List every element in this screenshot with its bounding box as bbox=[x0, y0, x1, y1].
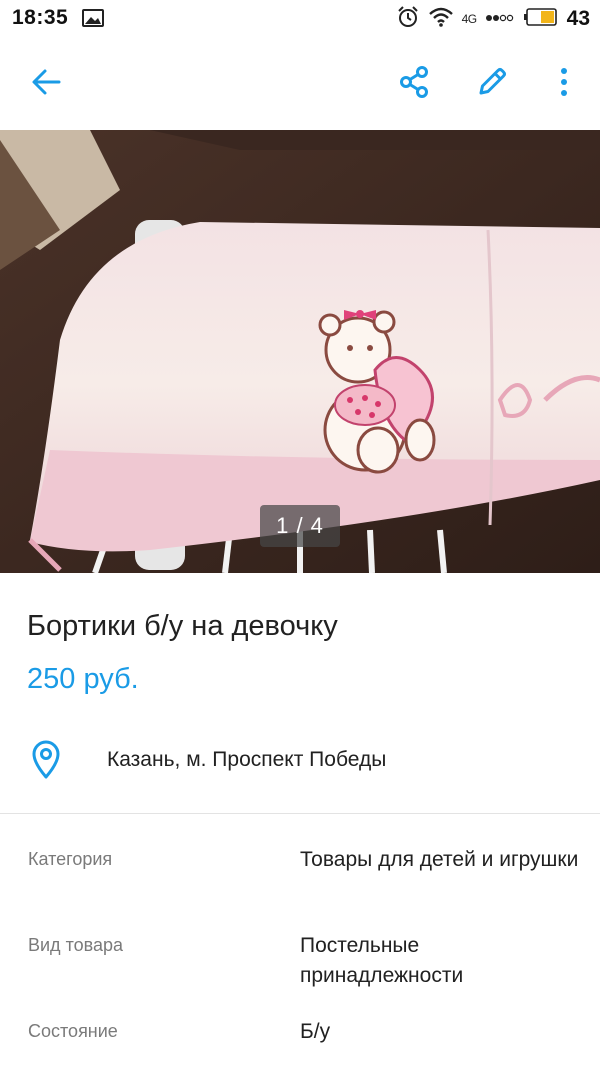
param-value: Постельные принадлежности bbox=[300, 934, 464, 987]
param-label: Состояние bbox=[28, 1021, 118, 1041]
signal-dots-icon bbox=[485, 10, 515, 28]
share-icon bbox=[397, 65, 431, 104]
section-divider bbox=[0, 813, 600, 814]
param-value: Товары для детей и игрушки bbox=[300, 848, 579, 871]
back-button[interactable] bbox=[24, 62, 68, 106]
param-label: Категория bbox=[28, 849, 113, 869]
location-row[interactable]: Казань, м. Проспект Победы bbox=[0, 730, 600, 790]
listing-title: Бортики б/у на девочку bbox=[27, 610, 338, 642]
alarm-icon bbox=[396, 5, 420, 34]
param-label: Вид товара bbox=[28, 935, 124, 955]
share-button[interactable] bbox=[392, 62, 436, 106]
edit-pencil-icon bbox=[475, 65, 509, 104]
param-value: Б/у bbox=[300, 1020, 331, 1043]
more-options-button[interactable] bbox=[542, 62, 586, 106]
back-arrow-icon bbox=[31, 68, 61, 101]
battery-icon bbox=[523, 7, 557, 31]
status-icons: 4G 43 bbox=[396, 5, 590, 33]
battery-level: 43 bbox=[566, 7, 590, 30]
more-vertical-icon bbox=[559, 67, 569, 102]
location-text: Казань, м. Проспект Победы bbox=[107, 748, 387, 771]
status-time: 18:35 bbox=[12, 6, 69, 29]
gallery-icon bbox=[82, 9, 104, 32]
listing-price: 250 руб. bbox=[27, 663, 139, 695]
photo-counter: 1 / 4 bbox=[260, 505, 340, 547]
app-toolbar bbox=[0, 38, 600, 130]
network-type: 4G bbox=[461, 12, 478, 26]
listing-photo[interactable]: 1 / 4 bbox=[0, 130, 600, 573]
location-pin-icon bbox=[31, 740, 61, 785]
status-bar: 18:35 4G 43 bbox=[0, 0, 600, 38]
wifi-icon bbox=[428, 6, 454, 33]
edit-button[interactable] bbox=[470, 62, 514, 106]
